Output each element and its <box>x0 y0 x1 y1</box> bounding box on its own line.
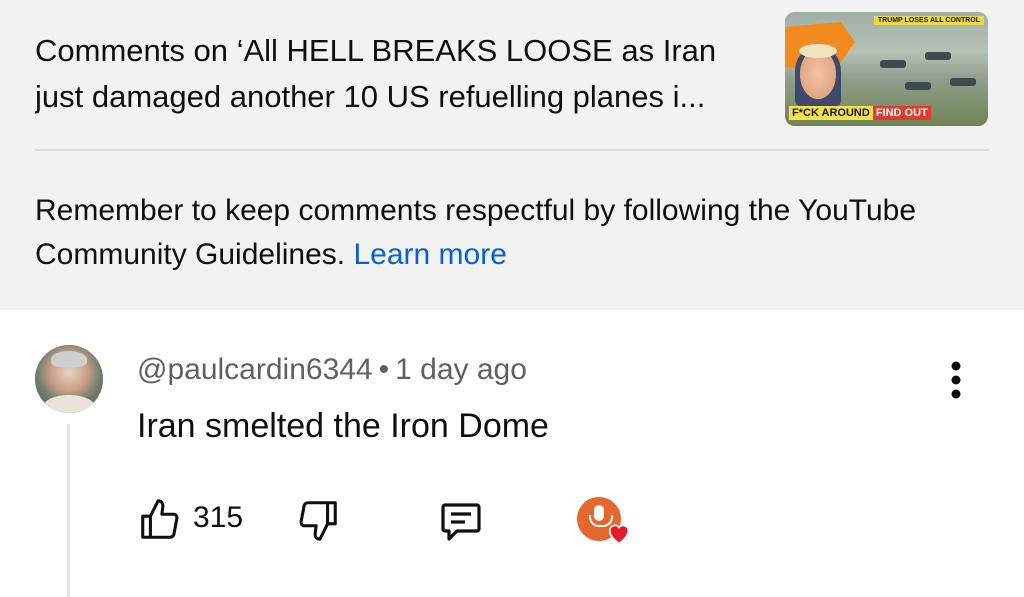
thumbnail-plane <box>905 82 931 90</box>
thumbs-down-icon <box>299 501 337 541</box>
comment-text: Iran smelted the Iron Dome <box>137 407 549 445</box>
commenter-avatar[interactable] <box>35 345 103 413</box>
dislike-button[interactable] <box>295 497 345 545</box>
thumbnail-plane <box>950 78 976 86</box>
more-options-button[interactable] <box>938 358 974 402</box>
avatar-hair <box>51 351 87 367</box>
thumbnail-top-banner: TRUMP LOSES ALL CONTROL <box>873 16 984 25</box>
comment-meta: @paulcardin6344 • 1 day ago <box>137 352 527 388</box>
thumbnail-plane <box>925 52 951 60</box>
thumbnail-banner-left: F*CK AROUND <box>789 106 873 120</box>
meta-separator: • <box>378 353 390 386</box>
thumbnail-plane <box>880 60 906 68</box>
reply-button[interactable] <box>437 497 487 545</box>
thumbs-up-icon <box>141 499 179 539</box>
community-guidelines-notice: Remember to keep comments respectful by … <box>35 189 995 277</box>
reply-thread-line <box>67 424 70 597</box>
like-button[interactable]: 315 <box>137 497 247 545</box>
like-count: 315 <box>193 501 244 534</box>
thumbnail-bottom-banner: F*CK AROUND FIND OUT <box>789 106 931 120</box>
creator-heart <box>577 497 637 545</box>
video-thumbnail[interactable]: TRUMP LOSES ALL CONTROL F*CK AROUND FIND… <box>785 12 988 126</box>
thumbnail-banner-right: FIND OUT <box>872 106 931 120</box>
video-title: Comments on ‘All HELL BREAKS LOOSE as Ir… <box>35 33 717 114</box>
comment-timestamp: 1 day ago <box>395 353 527 386</box>
kebab-icon <box>951 361 961 399</box>
comment-reply-icon <box>441 503 481 541</box>
comment-author[interactable]: @paulcardin6344 <box>137 353 373 386</box>
header-divider <box>35 149 989 151</box>
heart-icon <box>608 524 630 545</box>
learn-more-link[interactable]: Learn more <box>353 238 506 271</box>
avatar-shirt <box>43 395 95 413</box>
thumbnail-person-hair <box>799 44 837 58</box>
comments-header: Comments on ‘All HELL BREAKS LOOSE as Ir… <box>0 0 1024 310</box>
